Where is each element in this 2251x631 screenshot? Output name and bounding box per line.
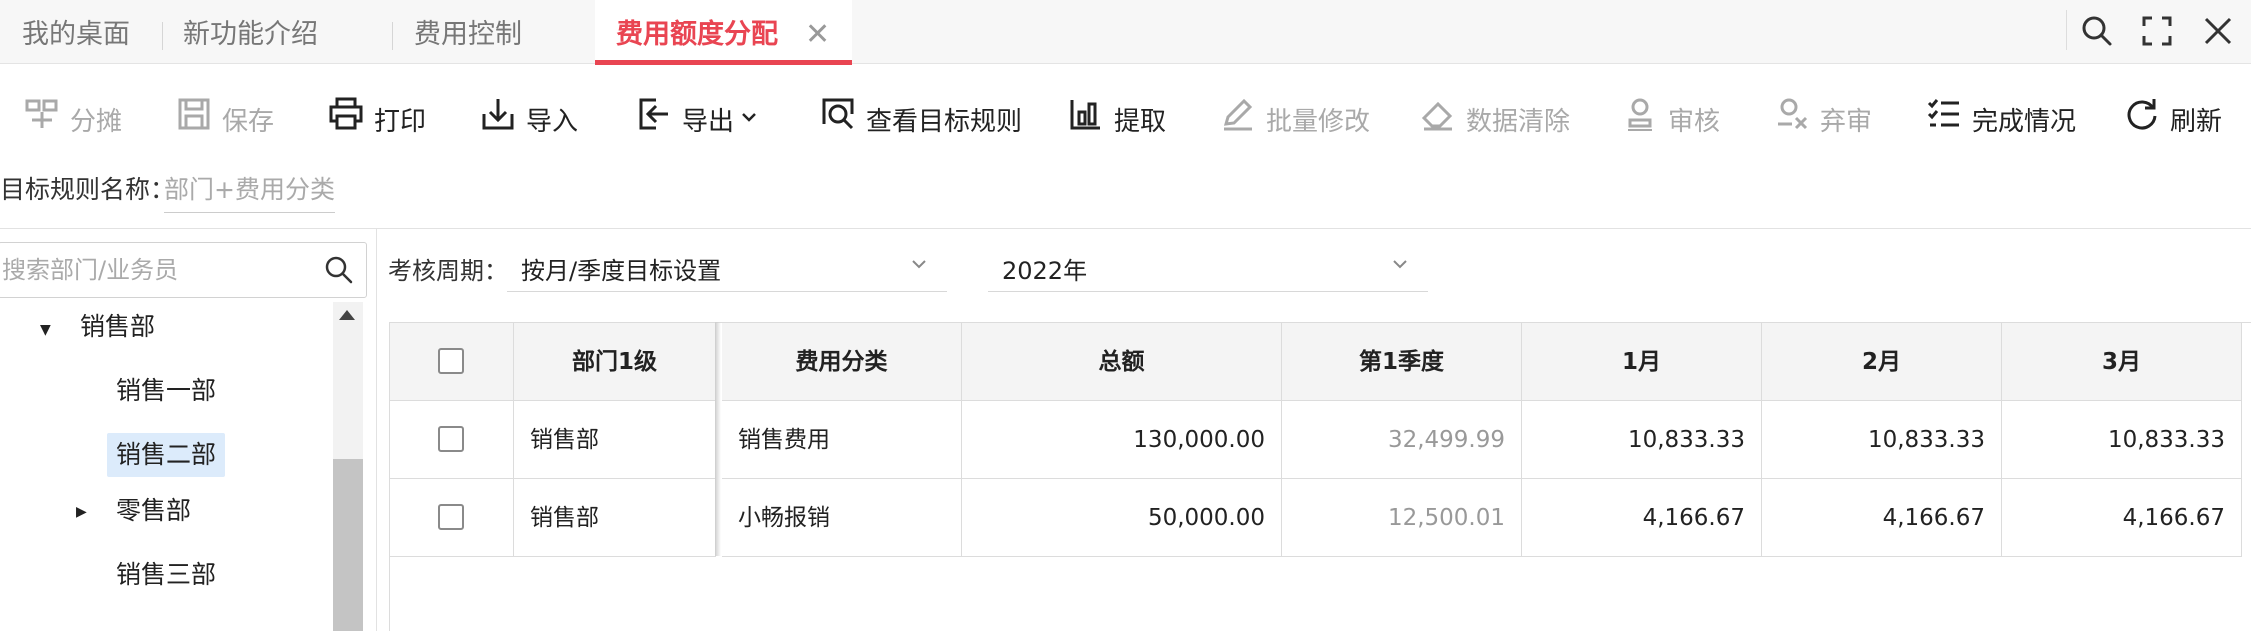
button-label: 批量修改 (1266, 107, 1371, 137)
tab-my-desktop[interactable]: 我的桌面 (22, 0, 130, 64)
table-cell-month-2[interactable]: 10,833.33 (1762, 401, 2002, 479)
button-label: 分摊 (70, 107, 123, 137)
tab-label: 我的桌面 (22, 19, 130, 50)
button-label: 导出 (682, 107, 735, 137)
tab-separator (162, 22, 163, 50)
button-label: 完成情况 (1972, 107, 2077, 137)
button-label: 保存 (222, 107, 275, 137)
button-label: 刷新 (2170, 107, 2223, 137)
tree-scrollbar[interactable] (333, 302, 363, 631)
department-tree-panel: ▼ 销售部 销售一部 销售二部 ▶ 零售部 销售三部 (0, 229, 377, 631)
pencil-icon (1223, 98, 1253, 131)
refresh-icon (2127, 99, 2157, 130)
header-month-2[interactable]: 2月 (1762, 323, 2002, 401)
caret-down-icon[interactable]: ▼ (40, 322, 51, 338)
extract-icon (1070, 100, 1100, 130)
target-rule-label: 目标规则名称： (0, 175, 176, 204)
period-label: 考核周期： (388, 257, 508, 285)
allocate-icon (25, 99, 58, 128)
caret-right-icon[interactable]: ▶ (76, 504, 87, 520)
table-cell-month-1[interactable]: 10,833.33 (1522, 401, 1762, 479)
active-tab-underline (595, 60, 852, 65)
header-q1[interactable]: 第1季度 (1282, 323, 1522, 401)
target-rule-value[interactable]: 部门+费用分类 (164, 170, 335, 213)
table-cell-month-1[interactable]: 4,166.67 (1522, 479, 1762, 557)
export-icon (639, 98, 668, 130)
table-cell-q1[interactable]: 12,500.01 (1282, 479, 1522, 557)
select-all-checkbox[interactable] (438, 348, 464, 374)
approve-icon (1628, 98, 1652, 131)
period-select-value: 按月/季度目标设置 (521, 257, 722, 285)
tab-bar: 我的桌面 新功能介绍 费用控制 费用额度分配 ✕ (0, 0, 2251, 65)
tab-separator (392, 22, 393, 50)
fullscreen-icon[interactable] (2140, 14, 2174, 48)
period-select[interactable]: 按月/季度目标设置 (507, 236, 947, 292)
tab-expense-control[interactable]: 费用控制 (414, 0, 522, 64)
tab-new-features[interactable]: 新功能介绍 (183, 0, 318, 64)
button-label: 查看目标规则 (866, 107, 1023, 137)
chevron-down-icon[interactable] (740, 108, 758, 126)
table-cell-total[interactable]: 50,000.00 (962, 479, 1282, 557)
tree-item-sales-3[interactable]: 销售三部 (116, 553, 216, 597)
scroll-up-arrow-icon[interactable] (339, 310, 355, 320)
tab-label: 新功能介绍 (183, 19, 318, 50)
checklist-icon (1927, 99, 1959, 127)
header-month-3[interactable]: 3月 (2002, 323, 2242, 401)
tree-item-retail-dept[interactable]: 零售部 (116, 489, 191, 533)
frozen-column-divider (715, 322, 721, 556)
button-label: 弃审 (1820, 107, 1873, 137)
toolbar: 分摊 保存 打印 导入 导出 查看目标规则 提取 批量修改 数据清除 审核 弃审… (0, 88, 2251, 144)
unapprove-icon (1778, 98, 1808, 130)
import-icon (482, 99, 514, 130)
header-select-all (390, 323, 514, 401)
table-cell-category[interactable]: 小畅报销 (722, 479, 962, 557)
button-label: 提取 (1114, 107, 1167, 137)
tree-item-sales-2[interactable]: 销售二部 (107, 433, 226, 477)
row-checkbox[interactable] (438, 504, 464, 530)
quota-table: 部门1级 费用分类 总额 第1季度 1月 2月 3月 销售部 销售费用 130,… (389, 322, 2251, 631)
row-checkbox[interactable] (438, 426, 464, 452)
view-rule-icon (822, 98, 854, 130)
chevron-down-icon (912, 260, 926, 269)
table-cell-month-2[interactable]: 4,166.67 (1762, 479, 2002, 557)
button-label: 数据清除 (1466, 107, 1571, 137)
table-cell-dept[interactable]: 销售部 (514, 479, 716, 557)
scrollbar-thumb[interactable] (333, 459, 363, 631)
table-cell-month-3[interactable]: 10,833.33 (2002, 401, 2242, 479)
header-dept-level1[interactable]: 部门1级 (514, 323, 716, 401)
table-cell-total[interactable]: 130,000.00 (962, 401, 1282, 479)
year-select-value: 2022年 (1002, 257, 1088, 285)
table-cell-month-3[interactable]: 4,166.67 (2002, 479, 2242, 557)
table-cell-q1[interactable]: 32,499.99 (1282, 401, 1522, 479)
header-month-1[interactable]: 1月 (1522, 323, 1762, 401)
table-row-checkbox-cell (390, 479, 514, 557)
tree-search-input[interactable] (0, 243, 309, 297)
header-total[interactable]: 总额 (962, 323, 1282, 401)
header-expense-category[interactable]: 费用分类 (722, 323, 962, 401)
close-window-icon[interactable] (2201, 14, 2235, 48)
tab-label: 费用控制 (414, 19, 522, 50)
tab-expense-quota[interactable]: 费用额度分配 ✕ (595, 0, 852, 65)
window-controls-separator (2066, 10, 2067, 50)
chevron-down-icon (1393, 260, 1407, 269)
tree-item-sales-1[interactable]: 销售一部 (116, 369, 216, 413)
printer-icon (329, 97, 363, 130)
tree-item-sales-dept[interactable]: 销售部 (80, 305, 155, 349)
button-label: 打印 (374, 107, 427, 137)
search-icon[interactable] (324, 255, 354, 285)
eraser-icon (1421, 101, 1453, 131)
table-row-checkbox-cell (390, 401, 514, 479)
table-cell-dept[interactable]: 销售部 (514, 401, 716, 479)
save-icon (178, 98, 210, 130)
tab-label: 费用额度分配 (616, 19, 778, 50)
table-cell-category[interactable]: 销售费用 (722, 401, 962, 479)
button-label: 导入 (526, 107, 579, 137)
year-select[interactable]: 2022年 (988, 236, 1428, 292)
tree-search-box (0, 242, 367, 298)
button-label: 审核 (1668, 107, 1721, 137)
search-icon[interactable] (2080, 14, 2114, 48)
